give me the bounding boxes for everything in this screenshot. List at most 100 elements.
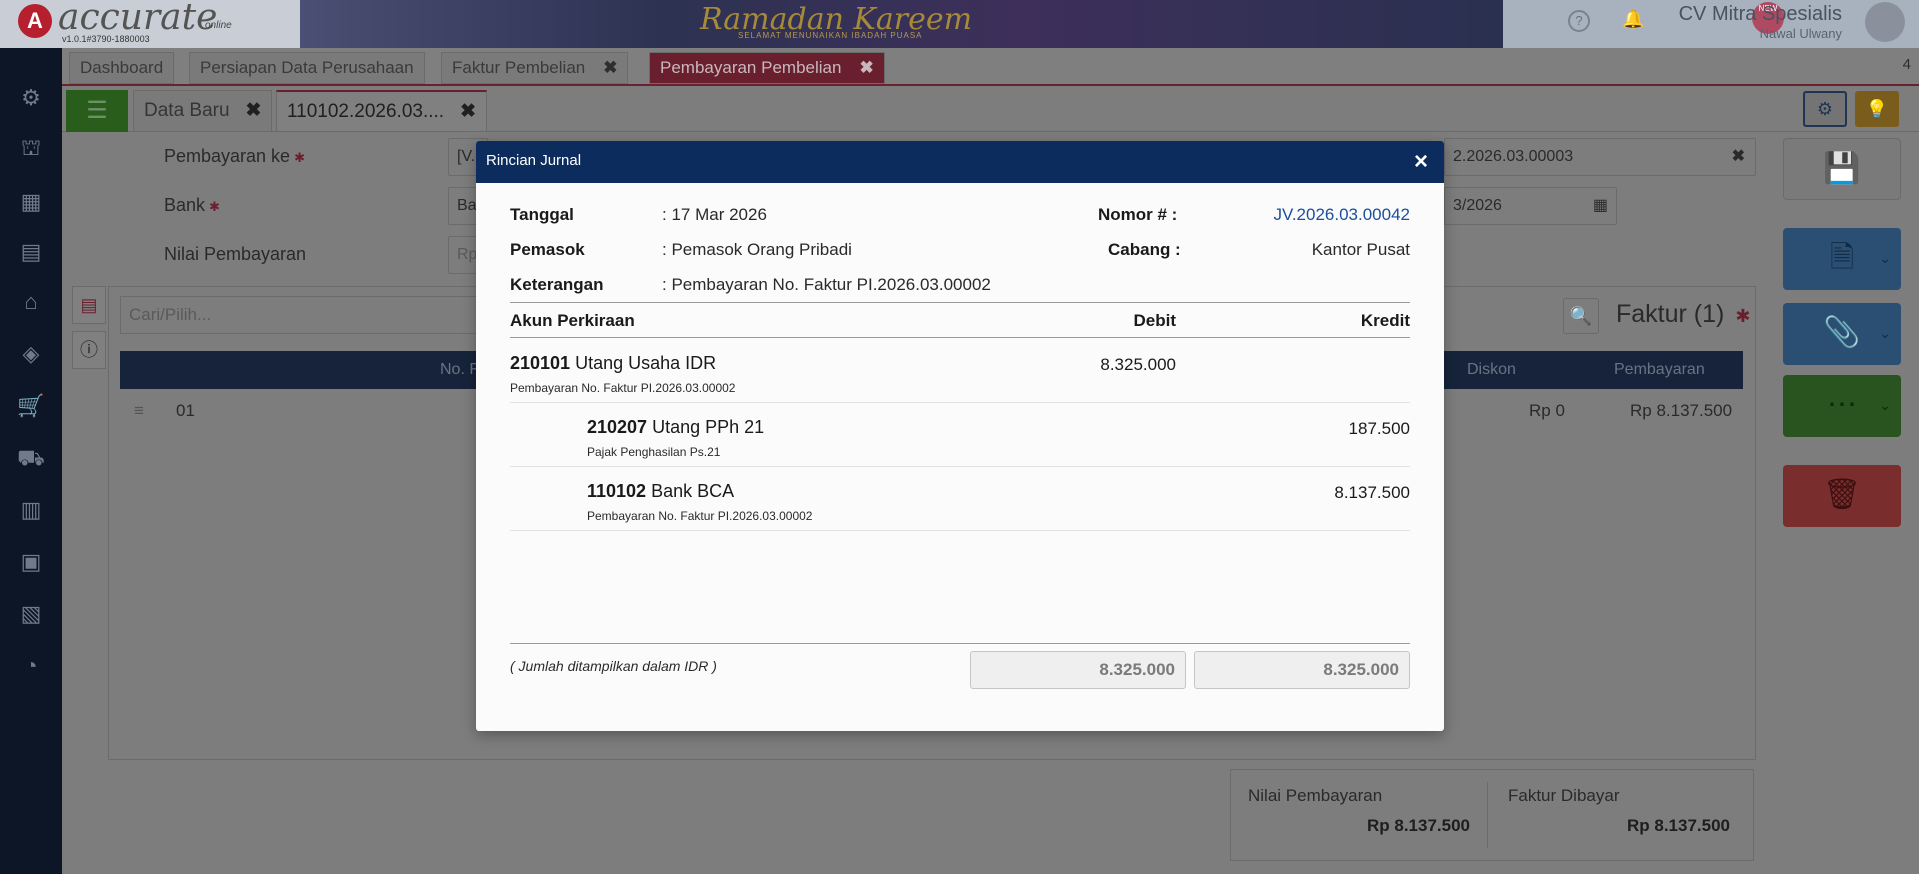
summary-nilai-label: Nilai Pembayaran (1248, 786, 1383, 805)
journal-detail-modal: Rincian Jurnal × Tanggal : 17 Mar 2026 P… (476, 141, 1444, 731)
attachment-button[interactable]: 📎 ⌄ (1783, 303, 1901, 365)
summary-nilai-value: Rp 8.137.500 (1367, 816, 1471, 835)
search-icon[interactable]: 🔍 (1563, 298, 1599, 334)
promo-banner: Ramadan Kareem SELAMAT MENUNAIKAN IBADAH… (300, 0, 1784, 48)
close-icon[interactable]: ✖ (859, 58, 873, 77)
journal-row: 210101 Utang Usaha IDR Pembayaran No. Fa… (510, 339, 1410, 403)
keterangan-label: Keterangan (510, 275, 604, 294)
save-button[interactable]: 💾 (1783, 138, 1901, 200)
top-bar: A accurate online v1.0.1#3790-1880003 Ra… (0, 0, 1919, 48)
cabang-value: Kantor Pusat (1311, 240, 1410, 259)
info-tab-icon[interactable]: ⓘ (72, 331, 106, 369)
payment-icon[interactable]: ◈ (15, 340, 47, 368)
tab-label: Faktur Pembelian (452, 58, 586, 77)
close-icon[interactable]: ✖ (246, 100, 262, 121)
company-icon[interactable]: ⛫ (15, 134, 47, 162)
tab-label: Pembayaran Pembelian (660, 58, 842, 77)
chevron-down-icon: ⌄ (1879, 250, 1891, 266)
account-note: Pajak Penghasilan Ps.21 (587, 445, 721, 459)
close-icon[interactable]: × (1414, 148, 1428, 176)
tab-current-document[interactable]: 110102.2026.03.... ✖ (276, 90, 487, 132)
account[interactable]: 210207 Utang PPh 21 (587, 417, 764, 438)
journal-row: 210207 Utang PPh 21 Pajak Penghasilan Ps… (510, 403, 1410, 467)
invoice-list-tab-icon[interactable]: ▤ (72, 286, 106, 324)
settings-gear-icon[interactable]: ⚙ (15, 84, 47, 112)
accurate-logo-icon: A (18, 4, 52, 38)
document-tab-strip: ☰ Data Baru ✖ 110102.2026.03.... ✖ ⚙ 💡 (62, 88, 1919, 132)
factory-icon[interactable]: ▥ (15, 496, 47, 524)
hint-bulb-button[interactable]: 💡 (1855, 91, 1899, 127)
account-note: Pembayaran No. Faktur PI.2026.03.00002 (587, 509, 813, 523)
col-pembayaran[interactable]: Pembayaran (1614, 361, 1705, 379)
keterangan-value: : Pembayaran No. Faktur PI.2026.03.00002 (662, 275, 991, 294)
nomor-field[interactable]: 2.2026.03.00003 ✖ (1444, 138, 1756, 176)
journal-table-header: Akun Perkiraan Debit Kredit (510, 302, 1410, 338)
row-no: 01 (176, 401, 195, 420)
row-pembayaran: Rp 8.137.500 (1630, 401, 1733, 420)
journal-number-link[interactable]: JV.2026.03.00042 (1274, 205, 1410, 225)
account[interactable]: 210101 Utang Usaha IDR (510, 353, 716, 374)
inventory-icon[interactable]: ▣ (15, 548, 47, 576)
avatar[interactable] (1865, 2, 1905, 42)
list-view-button[interactable]: ☰ (66, 90, 128, 132)
kredit-amount: 187.500 (1348, 419, 1410, 438)
search-input[interactable]: Cari/Pilih... (120, 296, 500, 334)
bell-icon[interactable]: 🔔 (1622, 10, 1644, 32)
pemasok-label: Pemasok (510, 240, 585, 259)
tab-data-baru[interactable]: Data Baru ✖ (133, 90, 273, 132)
divider (1487, 782, 1488, 848)
document-menu-button[interactable]: 🗎 ⌄ (1783, 228, 1901, 290)
col-kredit: Kredit (1360, 311, 1410, 330)
chevron-down-icon: ⌄ (1879, 397, 1891, 413)
company-info[interactable]: CV Mitra Spesialis Nawal Ulwany (1679, 3, 1842, 41)
total-kredit: 8.325.000 (1194, 651, 1410, 689)
tab-pembayaran-pembelian[interactable]: Pembayaran Pembelian ✖ (649, 52, 885, 84)
building-icon[interactable]: ▦ (15, 188, 47, 216)
brand-sub: online (205, 20, 232, 31)
nomor-value: 2.2026.03.00003 (1453, 148, 1574, 165)
report-icon[interactable]: ◔ (15, 652, 47, 680)
nilai-pembayaran-label: Nilai Pembayaran (164, 244, 307, 264)
sidebar: ⚙ ⛫ ▦ ▤ ⌂ ◈ 🛒 ⛟ ▥ ▣ ▧ ◔ (0, 48, 62, 874)
tab-count[interactable]: 4 (1903, 56, 1911, 73)
tab-faktur-pembelian[interactable]: Faktur Pembelian ✖ (441, 52, 629, 84)
tab-label: Data Baru (144, 100, 230, 121)
tax-icon[interactable]: ▧ (15, 600, 47, 628)
tanggal-field[interactable]: 3/2026 ▦ (1444, 187, 1617, 225)
delete-button[interactable]: 🗑 (1783, 465, 1901, 527)
cart-icon[interactable]: 🛒 (15, 392, 47, 420)
company-name: CV Mitra Spesialis (1678, 3, 1842, 25)
calendar-icon[interactable]: ▦ (1593, 188, 1608, 224)
user-name: Nawal Ulwany (1759, 26, 1842, 41)
ledger-icon[interactable]: ▤ (15, 238, 47, 266)
purchase-cart-icon[interactable]: ⛟ (15, 444, 47, 472)
settings-button[interactable]: ⚙ (1803, 91, 1847, 127)
close-icon[interactable]: ✖ (603, 58, 617, 77)
kredit-amount: 8.137.500 (1334, 483, 1410, 502)
cabang-label: Cabang : (1108, 240, 1181, 259)
banner-subtitle: SELAMAT MENUNAIKAN IBADAH PUASA (738, 31, 923, 40)
bank-icon[interactable]: ⌂ (15, 288, 47, 316)
tab-label: Persiapan Data Perusahaan (200, 58, 414, 77)
more-options-button[interactable]: ⋯ ⌄ (1783, 375, 1901, 437)
drag-handle-icon[interactable]: ≡ (134, 401, 144, 421)
pemasok-value: : Pemasok Orang Pribadi (662, 240, 852, 259)
tab-persiapan-data[interactable]: Persiapan Data Perusahaan (189, 52, 425, 84)
faktur-title: Faktur (1) ✱ (1616, 300, 1751, 328)
pembayaran-ke-label: Pembayaran ke ✱ (164, 146, 305, 166)
version-text: v1.0.1#3790-1880003 (62, 34, 150, 44)
col-diskon[interactable]: Diskon (1467, 361, 1516, 379)
nomor-label: Nomor # : (1098, 205, 1178, 224)
payment-summary: Nilai Pembayaran Rp 8.137.500 Faktur Dib… (1230, 769, 1754, 861)
total-debit: 8.325.000 (970, 651, 1186, 689)
module-tab-strip: Dashboard Persiapan Data Perusahaan Fakt… (62, 48, 1919, 86)
currency-note: ( Jumlah ditampilkan dalam IDR ) (510, 658, 717, 674)
close-icon[interactable]: ✖ (460, 101, 476, 122)
col-no[interactable]: No. F (440, 361, 479, 379)
tab-label: Dashboard (80, 58, 164, 77)
account[interactable]: 110102 Bank BCA (587, 481, 734, 502)
summary-dibayar-label: Faktur Dibayar (1508, 786, 1620, 805)
tab-dashboard[interactable]: Dashboard (69, 52, 175, 84)
help-icon[interactable]: ? (1568, 10, 1590, 32)
clear-icon[interactable]: ✖ (1732, 139, 1745, 175)
